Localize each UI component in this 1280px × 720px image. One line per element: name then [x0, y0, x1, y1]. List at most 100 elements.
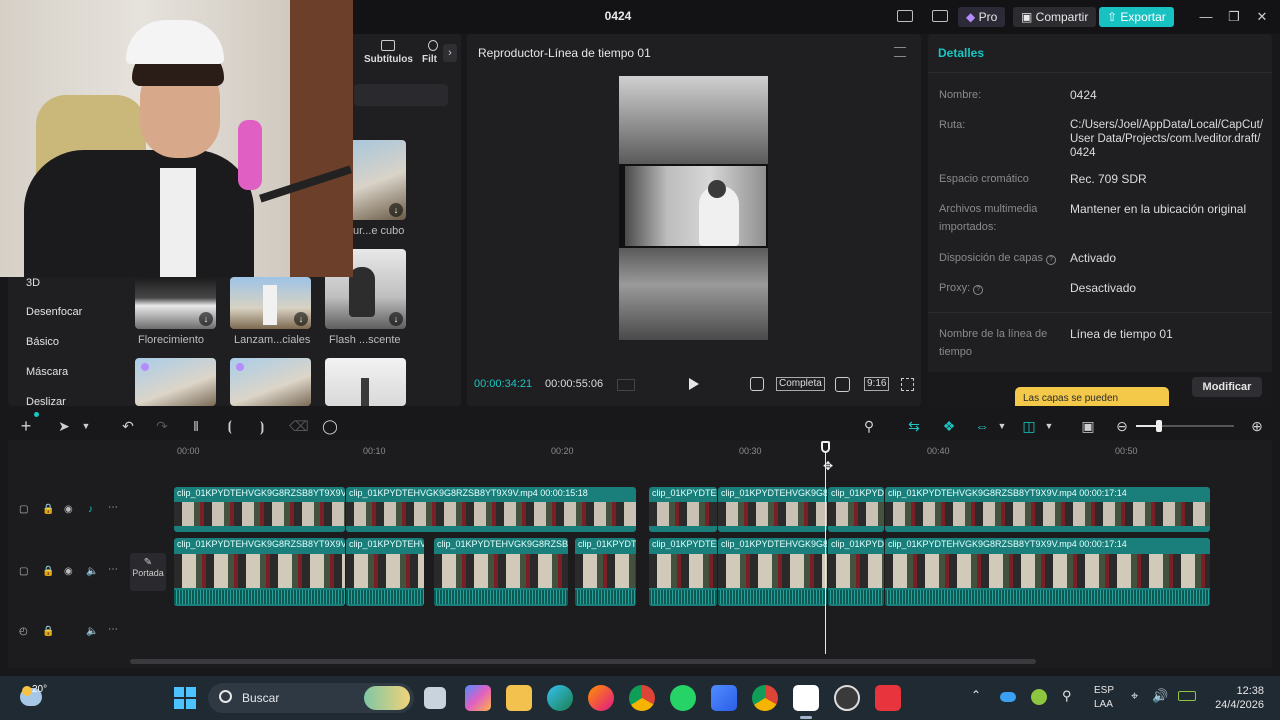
- tiktok-icon[interactable]: [750, 377, 764, 391]
- layout-icon[interactable]: [897, 10, 913, 22]
- audio-icon[interactable]: ♪: [88, 504, 93, 515]
- lock-icon[interactable]: 🔒: [42, 566, 54, 577]
- full-quality-button[interactable]: Completa: [776, 377, 825, 391]
- search-bar[interactable]: [354, 84, 448, 106]
- modify-button[interactable]: Modificar: [1192, 377, 1262, 397]
- tabs-next-button[interactable]: ›: [443, 44, 457, 62]
- zoom-slider-handle[interactable]: [1156, 420, 1162, 432]
- wifi-icon[interactable]: ⌖: [1131, 688, 1138, 704]
- file-explorer-icon[interactable]: [506, 685, 532, 711]
- clip[interactable]: clip_01KPYDTEHVGK9G8: [718, 538, 827, 606]
- zoom-in-icon[interactable]: ⊕: [1249, 418, 1265, 434]
- marker-icon[interactable]: ◯: [322, 418, 338, 434]
- wps-icon[interactable]: [875, 685, 901, 711]
- effect-thumb-row3-c[interactable]: [325, 358, 406, 406]
- microphone-tray-icon[interactable]: ⚲: [1062, 688, 1072, 704]
- chevron-down-icon[interactable]: ▼: [78, 418, 94, 434]
- track-video-icon[interactable]: ▢: [19, 504, 28, 515]
- download-icon[interactable]: ↓: [294, 312, 308, 326]
- download-icon[interactable]: ↓: [389, 203, 403, 217]
- clip[interactable]: clip_01KPYDTE: [649, 487, 717, 532]
- obs-icon[interactable]: [834, 685, 860, 711]
- magnet-icon[interactable]: ❖: [941, 418, 957, 434]
- clip[interactable]: clip_01KPYD: [828, 487, 884, 532]
- clip[interactable]: clip_01KPYDTEHVGK9G8RZSBE: [434, 538, 568, 606]
- chevron-down-icon[interactable]: ▼: [994, 418, 1010, 434]
- onedrive-icon[interactable]: [1000, 692, 1016, 702]
- playhead-handle[interactable]: [821, 441, 830, 453]
- more-icon[interactable]: ⋯: [108, 564, 118, 575]
- clip[interactable]: clip_01KPYDTEHVGK9G8: [718, 487, 827, 532]
- speaker-icon[interactable]: 🔈: [86, 566, 98, 577]
- clip[interactable]: clip_01KPYDTEHVGK9G8RZSB8YT9X9V: [174, 487, 345, 532]
- edge-icon[interactable]: [547, 685, 573, 711]
- tray-chevron-up-icon[interactable]: ⌃: [971, 688, 981, 702]
- search-box[interactable]: Buscar: [208, 683, 414, 713]
- battery-icon[interactable]: [1178, 691, 1196, 701]
- category-blur[interactable]: Desenfocar: [26, 306, 82, 318]
- clip[interactable]: clip_01KPYDTEHV: [346, 538, 424, 606]
- clip[interactable]: clip_01KPYDTE: [649, 538, 717, 606]
- fullscreen-icon[interactable]: [901, 378, 914, 391]
- more-icon[interactable]: ⋯: [108, 624, 118, 635]
- tab-filters[interactable]: Filt: [422, 40, 444, 65]
- effect-thumb-row3-b[interactable]: [230, 358, 311, 406]
- category-basic[interactable]: Básico: [26, 336, 59, 348]
- timeline-grid-icon[interactable]: [617, 379, 635, 391]
- speaker-icon[interactable]: 🔈: [86, 626, 98, 637]
- export-button[interactable]: ⇧ Exportar: [1099, 7, 1174, 27]
- eye-icon[interactable]: ◉: [64, 504, 73, 515]
- chrome-icon[interactable]: [629, 685, 655, 711]
- share-button[interactable]: ▣ Compartir: [1013, 7, 1097, 27]
- status-icon[interactable]: [1031, 689, 1047, 705]
- effect-thumb-row3-a[interactable]: [135, 358, 216, 406]
- zoom-fit-icon[interactable]: [835, 377, 850, 392]
- redo-icon[interactable]: ↷: [154, 418, 170, 434]
- chevron-down-icon[interactable]: ▼: [1041, 418, 1057, 434]
- tab-subtitles[interactable]: Subtítulos: [364, 40, 413, 65]
- shortcuts-icon[interactable]: [932, 10, 948, 22]
- eye-icon[interactable]: ◉: [64, 566, 73, 577]
- start-button[interactable]: [174, 687, 196, 709]
- category-mask[interactable]: Máscara: [26, 366, 68, 378]
- chrome-profile-icon[interactable]: [752, 685, 778, 711]
- link-clips-icon[interactable]: ⇆: [906, 418, 922, 434]
- lock-icon[interactable]: 🔒: [42, 626, 54, 637]
- clip[interactable]: clip_01KPYDTEHVGK9G8RZSB8YT9X9V.mp4 00:0…: [885, 538, 1210, 606]
- lock-icon[interactable]: 🔒: [42, 504, 54, 515]
- more-icon[interactable]: ⋯: [108, 502, 118, 513]
- audio-track-icon[interactable]: ◴: [19, 626, 28, 637]
- snap-icon[interactable]: ⇔: [974, 418, 990, 434]
- undo-icon[interactable]: ↶: [120, 418, 136, 434]
- info-icon[interactable]: ?: [1046, 255, 1057, 265]
- clip[interactable]: clip_01KPYDTEHVGK9G8RZSB8YT9X9V.mp4 00:0…: [346, 487, 636, 532]
- store-icon[interactable]: [711, 685, 737, 711]
- fit-timeline-icon[interactable]: ▣: [1080, 418, 1096, 434]
- pro-button[interactable]: ◆ Pro: [958, 7, 1006, 27]
- download-icon[interactable]: ↓: [389, 312, 403, 326]
- zoom-out-icon[interactable]: ⊖: [1114, 418, 1130, 434]
- clip[interactable]: clip_01KPYD: [828, 538, 884, 606]
- category-slide[interactable]: Deslizar: [26, 396, 66, 406]
- copilot-icon[interactable]: [465, 685, 491, 711]
- split-right-icon[interactable]: ⦘: [254, 418, 270, 434]
- firefox-icon[interactable]: [588, 685, 614, 711]
- track-video-icon[interactable]: ▢: [19, 566, 28, 577]
- category-3d[interactable]: 3D: [26, 277, 40, 289]
- effect-thumb-bloom[interactable]: ↓: [135, 277, 216, 329]
- clip[interactable]: clip_01KPYDTEHVGK9G8RZSB8YT9X9V.mp4 00:0…: [885, 487, 1210, 532]
- preview-axis-icon[interactable]: ◫: [1021, 418, 1037, 434]
- minimize-icon[interactable]: —: [1197, 8, 1215, 26]
- microphone-icon[interactable]: ⚲: [861, 418, 877, 434]
- download-icon[interactable]: ↓: [199, 312, 213, 326]
- volume-icon[interactable]: 🔊: [1152, 688, 1168, 704]
- capcut-icon[interactable]: [793, 685, 819, 711]
- maximize-icon[interactable]: ❐: [1225, 8, 1243, 26]
- whatsapp-icon[interactable]: [670, 685, 696, 711]
- info-icon[interactable]: ?: [973, 285, 984, 295]
- ratio-button[interactable]: 9:16: [864, 377, 890, 391]
- cover-button[interactable]: ✎ Portada: [130, 553, 166, 591]
- add-track-icon[interactable]: +: [18, 417, 34, 435]
- select-tool-icon[interactable]: ➤: [56, 418, 72, 434]
- close-icon[interactable]: ✕: [1253, 8, 1271, 26]
